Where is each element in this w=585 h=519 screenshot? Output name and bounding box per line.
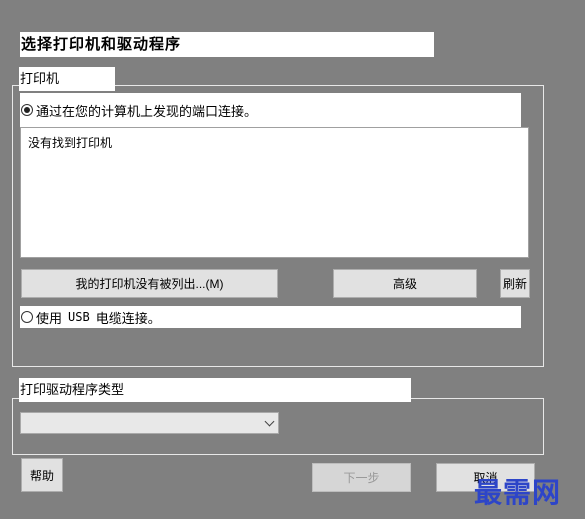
radio-button-checked-icon	[21, 104, 33, 116]
printer-group-label: 打印机	[19, 67, 115, 91]
radio-port-label: 通过在您的计算机上发现的端口连接。	[36, 104, 258, 120]
advanced-button[interactable]: 高级	[333, 269, 477, 298]
dialog-title: 选择打印机和驱动程序	[20, 32, 434, 57]
next-button[interactable]: 下一步	[312, 463, 411, 492]
site-watermark: 最需网	[474, 476, 562, 509]
printer-not-listed-button[interactable]: 我的打印机没有被列出...(M)	[21, 269, 278, 298]
radio-port-connection[interactable]: 通过在您的计算机上发现的端口连接。	[20, 93, 521, 127]
help-button[interactable]: 帮助	[21, 458, 63, 492]
radio-button-unchecked-icon	[21, 311, 33, 323]
driver-group-label: 打印驱动程序类型	[19, 378, 411, 402]
radio-usb-suffix: 电缆连接。	[95, 311, 161, 327]
radio-usb-usb-text: USB	[68, 310, 90, 324]
printer-list[interactable]: 没有找到打印机	[20, 127, 529, 258]
radio-usb-connection[interactable]: 使用 USB 电缆连接。	[20, 306, 521, 328]
printer-list-empty-text: 没有找到打印机	[28, 136, 113, 150]
chevron-down-icon	[264, 416, 275, 427]
refresh-button[interactable]: 刷新	[500, 269, 530, 298]
driver-type-select[interactable]	[20, 412, 279, 434]
radio-usb-prefix: 使用	[36, 311, 63, 327]
